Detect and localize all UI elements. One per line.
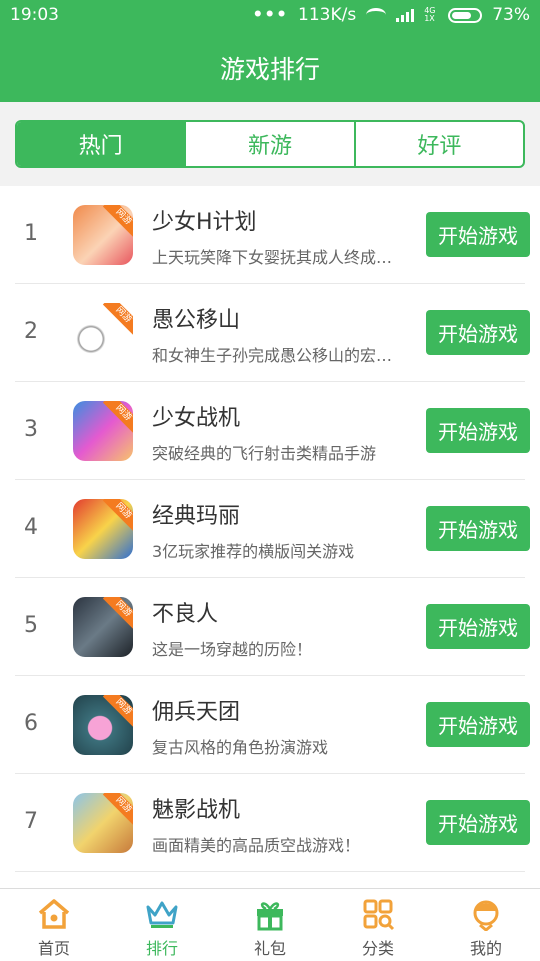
profile-icon — [473, 900, 499, 931]
start-game-button[interactable]: 开始游戏 — [426, 212, 530, 257]
battery-percent: 73% — [492, 5, 530, 25]
game-name[interactable]: 佣兵天团 — [152, 694, 240, 726]
category-icon — [363, 899, 395, 931]
game-description: 3亿玩家推荐的横版闯关游戏 — [152, 542, 355, 561]
start-game-button[interactable]: 开始游戏 — [426, 506, 530, 551]
nav-category[interactable]: 分类 — [324, 889, 432, 961]
rank-number: 4 — [24, 515, 38, 540]
start-game-button[interactable]: 开始游戏 — [426, 800, 530, 845]
game-icon[interactable]: 网游 — [73, 303, 133, 363]
game-name[interactable]: 少女战机 — [152, 400, 240, 432]
game-description: 上天玩笑降下女婴抚其成人终成… — [152, 248, 393, 267]
status-time: 19:03 — [10, 5, 59, 25]
rank-number: 5 — [24, 613, 38, 638]
game-name[interactable]: 愚公移山 — [152, 302, 240, 334]
list-item[interactable]: 3 网游 少女战机 突破经典的飞行射击类精品手游 开始游戏 — [0, 382, 540, 480]
game-description: 突破经典的飞行射击类精品手游 — [152, 444, 377, 463]
wifi-icon — [366, 8, 387, 22]
game-name[interactable]: 不良人 — [152, 596, 218, 628]
start-game-button[interactable]: 开始游戏 — [426, 702, 530, 747]
game-name[interactable]: 魅影战机 — [152, 792, 240, 824]
list-item[interactable]: 4 网游 经典玛丽 3亿玩家推荐的横版闯关游戏 开始游戏 — [0, 480, 540, 578]
game-description: 画面精美的高品质空战游戏！ — [152, 836, 361, 855]
nav-home[interactable]: 首页 — [0, 889, 108, 961]
list-item[interactable]: 5 网游 不良人 这是一场穿越的历险！ 开始游戏 — [0, 578, 540, 676]
bottom-navigation: 首页 排行 礼包 分类 我的 — [0, 888, 540, 961]
nav-label: 分类 — [361, 939, 394, 958]
game-list: 1 网游 少女H计划 上天玩笑降下女婴抚其成人终成… 开始游戏 2 网游 愚公移… — [0, 186, 540, 872]
game-description: 复古风格的角色扮演游戏 — [152, 738, 329, 757]
status-bar: 19:03 ••• 113K/s 4G 1X 73% — [0, 0, 540, 32]
rank-number: 6 — [24, 711, 38, 736]
online-game-badge: 网游 — [102, 793, 133, 826]
game-icon[interactable]: 网游 — [73, 793, 133, 853]
page-title: 游戏排行 — [219, 55, 320, 84]
list-item[interactable]: 1 网游 少女H计划 上天玩笑降下女婴抚其成人终成… 开始游戏 — [0, 186, 540, 284]
app-header: 游戏排行 — [0, 32, 540, 102]
list-item[interactable]: 2 网游 愚公移山 和女神生子孙完成愚公移山的宏… 开始游戏 — [0, 284, 540, 382]
crown-icon — [146, 901, 178, 928]
gift-icon — [257, 902, 283, 931]
online-game-badge: 网游 — [102, 695, 133, 728]
tab-new[interactable]: 新游 — [184, 122, 353, 166]
rank-number: 7 — [24, 809, 38, 834]
rank-number: 2 — [24, 319, 38, 344]
game-icon[interactable]: 网游 — [73, 205, 133, 265]
start-game-button[interactable]: 开始游戏 — [426, 408, 530, 453]
notification-dots: ••• — [252, 5, 289, 25]
game-description: 和女神生子孙完成愚公移山的宏… — [152, 346, 393, 365]
game-name[interactable]: 少女H计划 — [152, 204, 257, 236]
nav-label: 首页 — [37, 939, 70, 958]
game-icon[interactable]: 网游 — [73, 597, 133, 657]
rank-number: 3 — [24, 417, 38, 442]
divider — [15, 871, 525, 872]
home-icon — [38, 899, 70, 929]
online-game-badge: 网游 — [102, 205, 133, 238]
game-icon[interactable]: 网游 — [73, 401, 133, 461]
nav-gifts[interactable]: 礼包 — [216, 889, 324, 961]
start-game-button[interactable]: 开始游戏 — [426, 604, 530, 649]
list-item[interactable]: 6 网游 佣兵天团 复古风格的角色扮演游戏 开始游戏 — [0, 676, 540, 774]
game-description: 这是一场穿越的历险！ — [152, 640, 313, 659]
online-game-badge: 网游 — [102, 303, 133, 336]
game-name[interactable]: 经典玛丽 — [152, 498, 240, 530]
status-indicators: ••• 113K/s 4G 1X 73% — [252, 5, 530, 25]
tab-rated[interactable]: 好评 — [353, 122, 523, 166]
nav-ranking[interactable]: 排行 — [108, 889, 216, 961]
network-speed: 113K/s — [298, 5, 357, 25]
tab-hot[interactable]: 热门 — [17, 122, 185, 166]
tab-area: 热门 新游 好评 — [0, 102, 540, 186]
nav-profile[interactable]: 我的 — [432, 889, 540, 961]
network-type: 4G 1X — [424, 6, 436, 23]
start-game-button[interactable]: 开始游戏 — [426, 310, 530, 355]
nav-label: 我的 — [469, 939, 502, 958]
rank-number: 1 — [24, 221, 38, 246]
game-icon[interactable]: 网游 — [73, 499, 133, 559]
game-icon[interactable]: 网游 — [73, 695, 133, 755]
nav-label: 排行 — [145, 939, 178, 958]
online-game-badge: 网游 — [102, 401, 133, 434]
nav-label: 礼包 — [253, 939, 286, 958]
signal-icon — [396, 8, 415, 22]
ranking-tabs: 热门 新游 好评 — [15, 120, 525, 168]
list-item[interactable]: 7 网游 魅影战机 画面精美的高品质空战游戏！ 开始游戏 — [0, 774, 540, 872]
online-game-badge: 网游 — [102, 499, 133, 532]
online-game-badge: 网游 — [102, 597, 133, 630]
battery-icon — [448, 7, 483, 23]
